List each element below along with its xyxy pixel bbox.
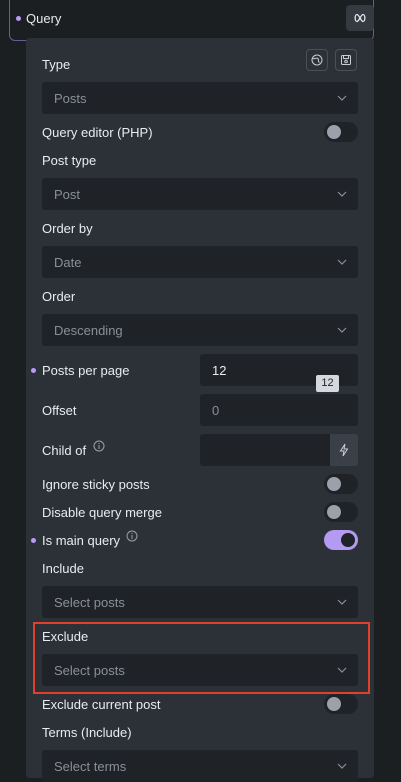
order-value: Descending — [54, 323, 123, 338]
offset-input[interactable]: 0 — [200, 394, 358, 426]
terms-include-select[interactable]: Select terms — [42, 750, 358, 782]
toggle-knob — [327, 505, 341, 519]
toggle-knob — [341, 533, 355, 547]
post-type-value: Post — [54, 187, 81, 202]
is-main-query-label: Is main query — [42, 533, 121, 548]
info-icon — [93, 440, 105, 452]
toggle-knob — [327, 477, 341, 491]
order-select[interactable]: Descending — [42, 314, 358, 346]
exclude-current-toggle[interactable] — [324, 694, 358, 714]
dynamic-data-button[interactable] — [330, 434, 358, 466]
chevron-down-icon — [337, 191, 347, 197]
exclude-current-label: Exclude current post — [42, 697, 161, 712]
query-editor-label: Query editor (PHP) — [42, 125, 153, 140]
order-by-label: Order by — [42, 221, 93, 236]
include-label: Include — [42, 561, 84, 576]
modified-indicator-dot — [31, 368, 36, 373]
disable-merge-label: Disable query merge — [42, 505, 162, 520]
posts-per-page-value: 12 — [212, 363, 227, 378]
offset-label: Offset — [42, 403, 77, 418]
modified-indicator-dot — [31, 538, 36, 543]
infinity-icon — [354, 13, 366, 23]
post-type-select[interactable]: Post — [42, 178, 358, 210]
posts-per-page-tooltip: 12 — [316, 375, 339, 392]
modified-indicator-dot — [16, 16, 21, 21]
save-template-button[interactable] — [335, 49, 357, 71]
ignore-sticky-toggle[interactable] — [324, 474, 358, 494]
order-label: Order — [42, 289, 76, 304]
post-type-label: Post type — [42, 153, 97, 168]
type-label: Type — [42, 57, 71, 72]
type-select[interactable]: Posts — [42, 82, 358, 114]
include-select[interactable]: Select posts — [42, 586, 358, 618]
chevron-down-icon — [337, 95, 347, 101]
chevron-down-icon — [337, 599, 347, 605]
bolt-icon — [339, 443, 349, 457]
globe-icon — [311, 54, 323, 66]
chevron-down-icon — [337, 259, 347, 265]
toggle-knob — [327, 697, 341, 711]
offset-placeholder: 0 — [212, 403, 220, 418]
order-by-select[interactable]: Date — [42, 246, 358, 278]
query-editor-toggle[interactable] — [324, 122, 358, 142]
info-icon — [126, 530, 138, 542]
exclude-highlight-box — [33, 622, 370, 694]
chevron-down-icon — [337, 327, 347, 333]
globe-button[interactable] — [306, 49, 328, 71]
type-value: Posts — [54, 91, 87, 106]
toggle-knob — [327, 125, 341, 139]
child-of-label: Child of — [42, 443, 87, 458]
chevron-down-icon — [337, 763, 347, 769]
query-control-bar — [9, 0, 374, 41]
ignore-sticky-label: Ignore sticky posts — [42, 477, 150, 492]
disable-merge-toggle[interactable] — [324, 502, 358, 522]
posts-per-page-label: Posts per page — [42, 363, 130, 378]
terms-include-label: Terms (Include) — [42, 725, 132, 740]
order-by-value: Date — [54, 255, 82, 270]
floppy-icon — [341, 55, 351, 65]
is-main-query-toggle[interactable] — [324, 530, 358, 550]
child-of-input[interactable] — [200, 434, 330, 466]
query-link-button[interactable] — [346, 5, 374, 31]
query-label: Query — [26, 11, 62, 26]
include-placeholder: Select posts — [54, 595, 125, 610]
